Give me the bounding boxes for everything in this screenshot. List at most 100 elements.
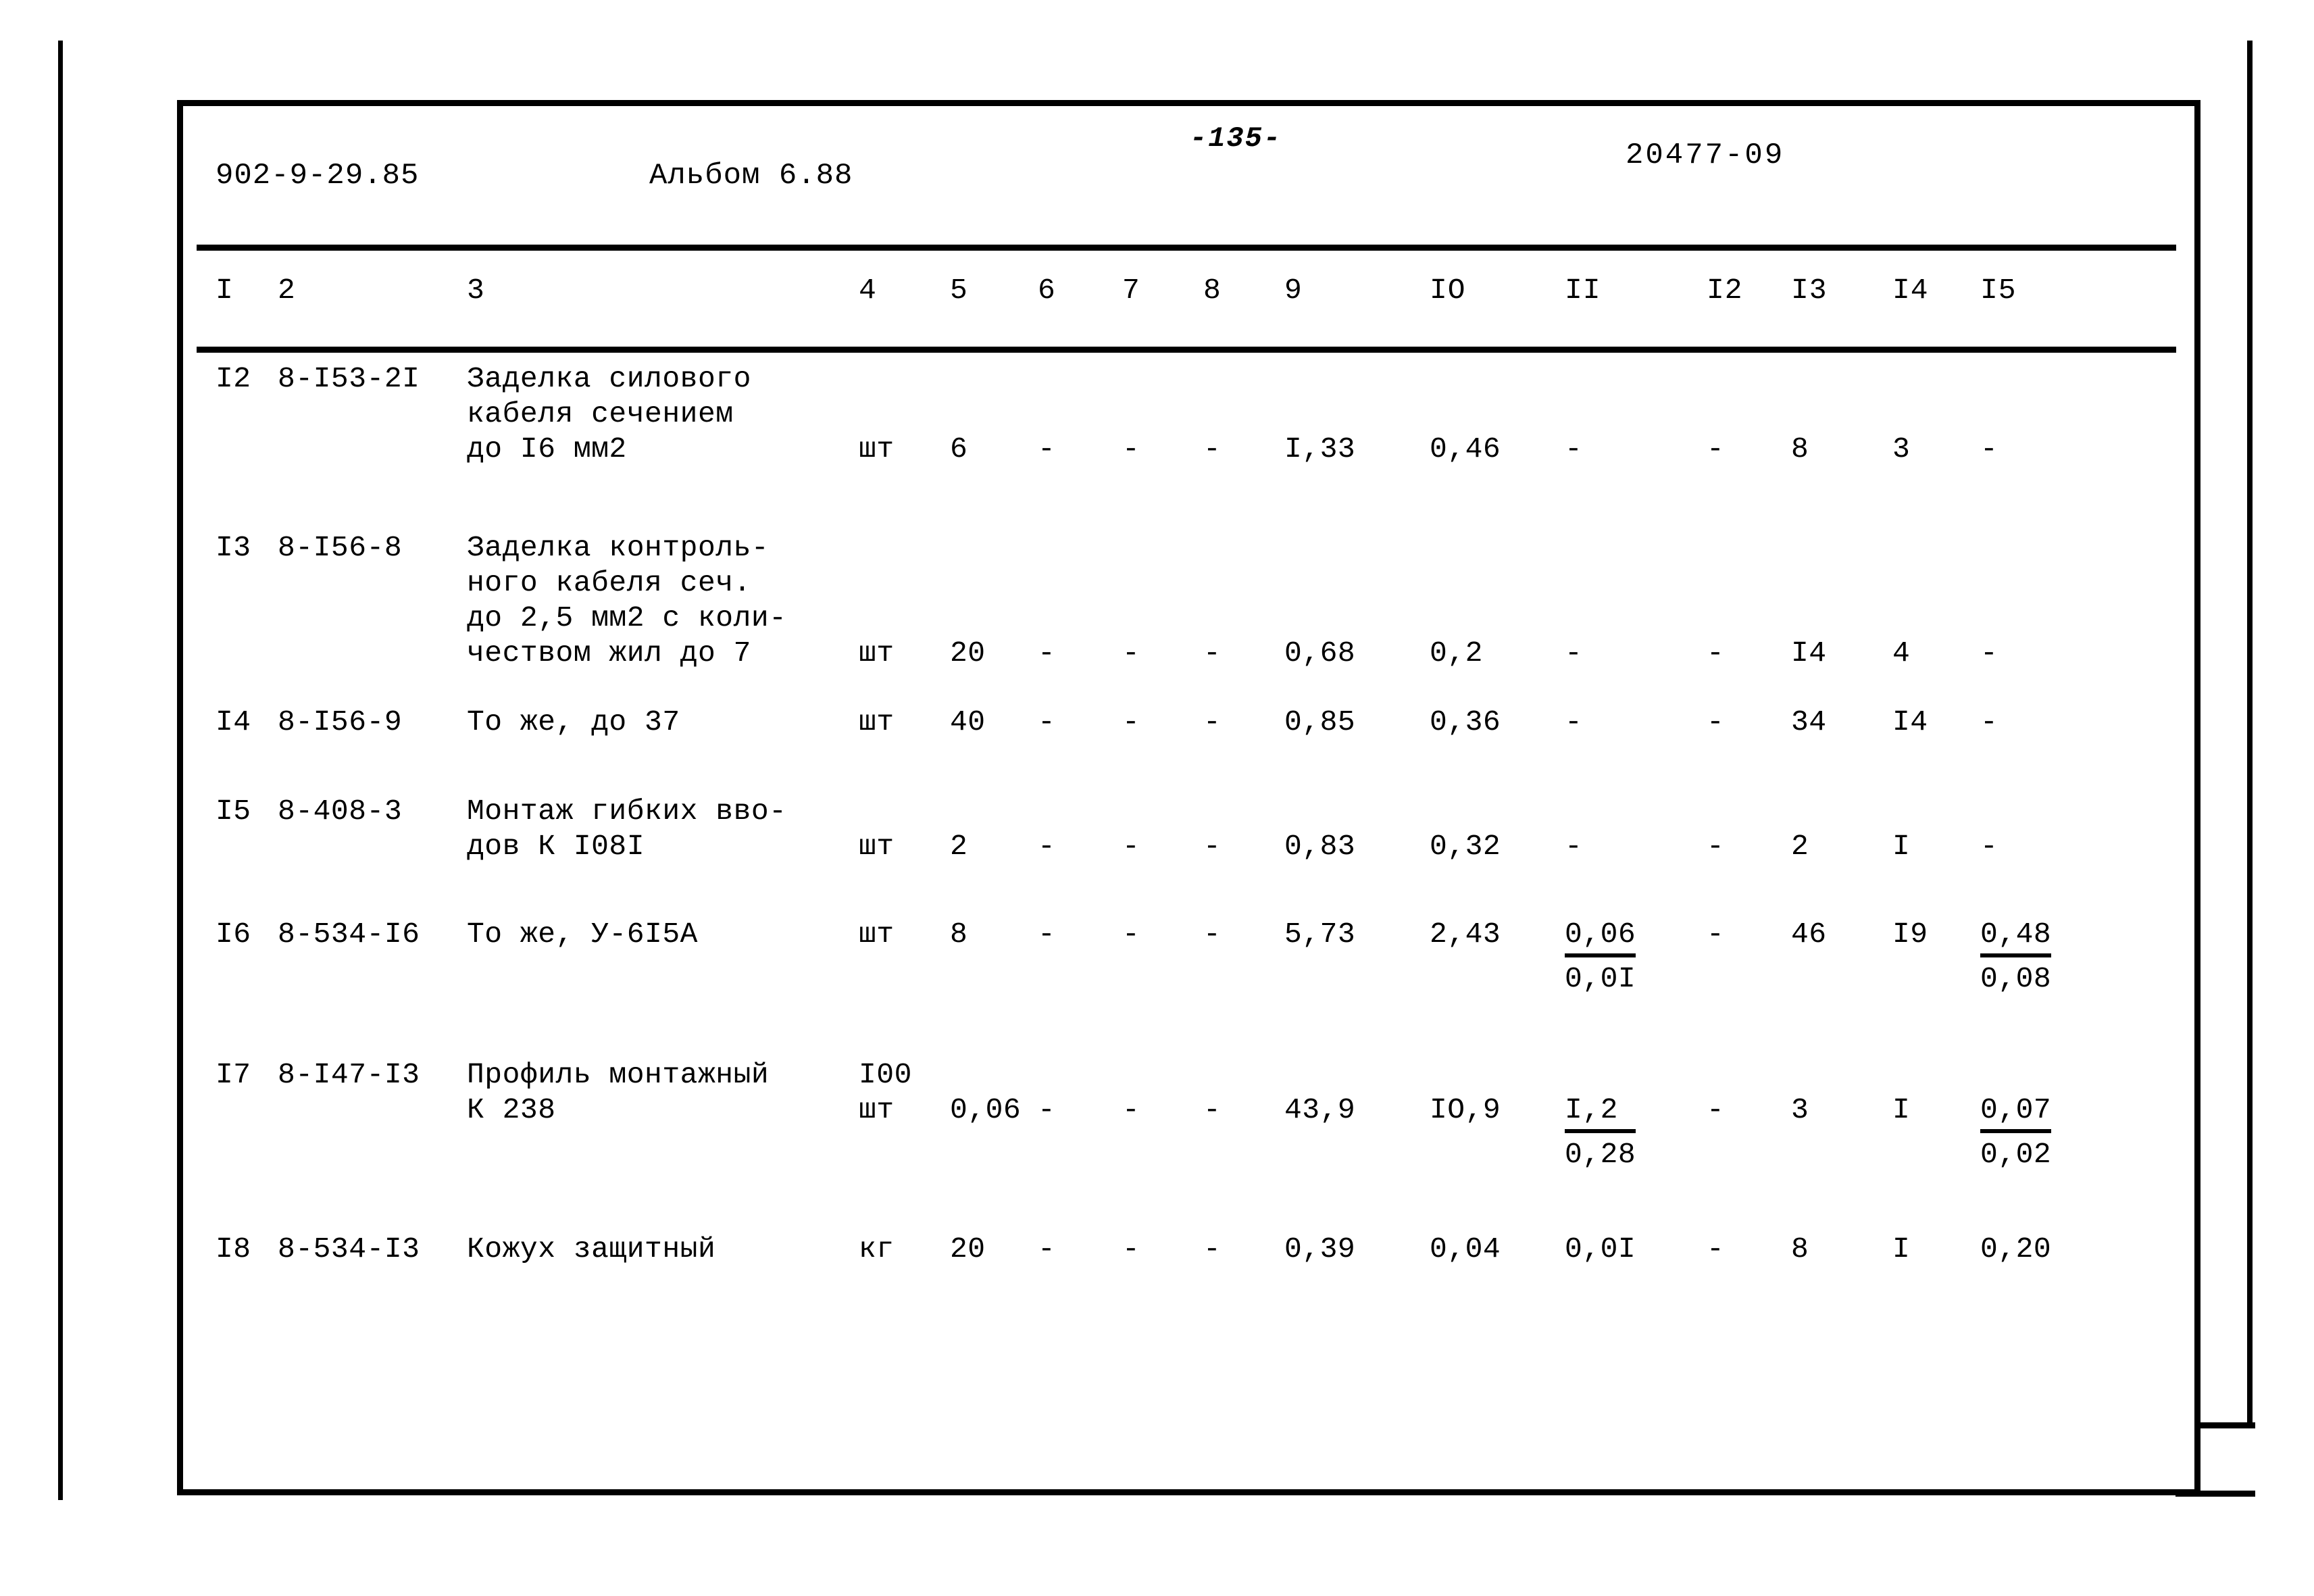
- row-col13: I4: [1791, 637, 1827, 670]
- row-unit: шт: [859, 705, 895, 739]
- row-position: I5: [216, 795, 251, 828]
- row-col6: -: [1038, 637, 1056, 670]
- row-code: 8-534-I6: [278, 918, 420, 951]
- row-col7: -: [1122, 432, 1140, 466]
- row-unit: кг: [859, 1232, 895, 1266]
- row-col8: -: [1203, 1093, 1222, 1126]
- row-code: 8-408-3: [278, 795, 403, 828]
- row-quantity: 20: [950, 1232, 986, 1266]
- row-col11: -: [1565, 432, 1583, 466]
- fraction: 0,48 0,08: [1980, 917, 2052, 997]
- row-col8: -: [1203, 705, 1222, 739]
- column-header-8: 8: [1203, 274, 1222, 307]
- fraction-denominator: 0,08: [1980, 962, 2052, 995]
- row-col9: I,33: [1284, 432, 1356, 466]
- fraction: I,2 0,28: [1565, 1093, 1636, 1172]
- row-code: 8-I56-8: [278, 531, 403, 564]
- row-col10: 0,2: [1430, 637, 1483, 670]
- row-col9: 0,39: [1284, 1232, 1356, 1266]
- row-col12: -: [1707, 1093, 1725, 1126]
- row-description: Заделка контроль- ного кабеля сеч. до 2,…: [467, 531, 787, 670]
- row-quantity: 20: [950, 637, 986, 670]
- row-col6: -: [1038, 918, 1056, 951]
- row-col14: 4: [1892, 637, 1911, 670]
- column-header-12: I2: [1707, 274, 1743, 307]
- page-frame: 902-9-29.85 Альбом 6.88 -135- 20477-09 I…: [177, 100, 2200, 1495]
- row-col8: -: [1203, 637, 1222, 670]
- table-column-headers: I 2 3 4 5 6 7 8 9 IO II I2 I3 I4 I5: [183, 274, 2194, 321]
- row-position: I4: [216, 705, 251, 739]
- row-col9: 5,73: [1284, 918, 1356, 951]
- column-header-3: 3: [467, 274, 485, 307]
- row-col7: -: [1122, 705, 1140, 739]
- column-header-13: I3: [1791, 274, 1828, 307]
- row-unit: шт: [859, 432, 895, 466]
- row-col8: -: [1203, 1232, 1222, 1266]
- row-col12: -: [1707, 918, 1725, 951]
- row-description: Заделка силового кабеля сечением до I6 м…: [467, 362, 751, 466]
- column-header-9: 9: [1284, 274, 1303, 307]
- row-col7: -: [1122, 918, 1140, 951]
- row-col8: -: [1203, 830, 1222, 863]
- column-header-7: 7: [1122, 274, 1140, 307]
- row-col10: 0,46: [1430, 432, 1501, 466]
- table-top-rule: [197, 245, 2176, 251]
- row-description: Кожух защитный: [467, 1232, 716, 1266]
- row-col7: -: [1122, 830, 1140, 863]
- page-number: -135-: [1190, 122, 1282, 155]
- row-col11: -: [1565, 637, 1583, 670]
- row-position: I3: [216, 531, 251, 564]
- fraction-denominator: 0,0I: [1565, 962, 1636, 995]
- fraction: 0,06 0,0I: [1565, 917, 1636, 997]
- fraction-numerator: 0,48: [1980, 917, 2052, 957]
- row-col11: 0,0I: [1565, 1232, 1636, 1266]
- row-col15: 0,20: [1980, 1232, 2052, 1266]
- column-header-4: 4: [859, 274, 877, 307]
- row-col13: 8: [1791, 1232, 1809, 1266]
- row-col11-fraction: 0,06 0,0I: [1565, 917, 1636, 997]
- row-col9: 43,9: [1284, 1093, 1356, 1126]
- right-register-mark: [2247, 41, 2253, 1446]
- column-header-14: I4: [1892, 274, 1929, 307]
- row-col15: -: [1980, 830, 1998, 863]
- row-quantity: 2: [950, 830, 968, 863]
- row-col8: -: [1203, 918, 1222, 951]
- row-col11-fraction: I,2 0,28: [1565, 1093, 1636, 1172]
- row-col10: 0,36: [1430, 705, 1501, 739]
- row-unit: I00 шт: [859, 1058, 912, 1126]
- column-header-5: 5: [950, 274, 968, 307]
- row-col13: 2: [1791, 830, 1809, 863]
- fraction-denominator: 0,28: [1565, 1138, 1636, 1171]
- column-header-10: IO: [1430, 274, 1466, 307]
- row-code: 8-I53-2I: [278, 362, 420, 395]
- column-header-6: 6: [1038, 274, 1056, 307]
- row-col14: I: [1892, 830, 1911, 863]
- row-col8: -: [1203, 432, 1222, 466]
- row-col12: -: [1707, 637, 1725, 670]
- row-unit: шт: [859, 637, 895, 670]
- row-col10: IO,9: [1430, 1093, 1501, 1126]
- row-code: 8-534-I3: [278, 1232, 420, 1266]
- row-position: I8: [216, 1232, 251, 1266]
- row-col10: 2,43: [1430, 918, 1501, 951]
- row-col13: 3: [1791, 1093, 1809, 1126]
- row-quantity: 0,06: [950, 1093, 1022, 1126]
- column-header-1: I: [216, 274, 234, 307]
- row-col9: 0,68: [1284, 637, 1356, 670]
- row-col13: 8: [1791, 432, 1809, 466]
- row-col15-fraction: 0,07 0,02: [1980, 1093, 2052, 1172]
- row-col6: -: [1038, 1093, 1056, 1126]
- row-description: То же, У-6I5А: [467, 918, 698, 951]
- row-col11: -: [1565, 705, 1583, 739]
- row-col6: -: [1038, 830, 1056, 863]
- row-code: 8-I56-9: [278, 705, 403, 739]
- row-col10: 0,32: [1430, 830, 1501, 863]
- album-label: Альбом 6.88: [649, 159, 853, 193]
- row-col12: -: [1707, 1232, 1725, 1266]
- row-description: То же, до 37: [467, 705, 680, 739]
- row-col15-fraction: 0,48 0,08: [1980, 917, 2052, 997]
- sheet-identifier: 20477-09: [1626, 139, 1785, 172]
- row-description: Монтаж гибких вво- дов К I08I: [467, 795, 787, 863]
- row-col13: 46: [1791, 918, 1827, 951]
- row-col11: -: [1565, 830, 1583, 863]
